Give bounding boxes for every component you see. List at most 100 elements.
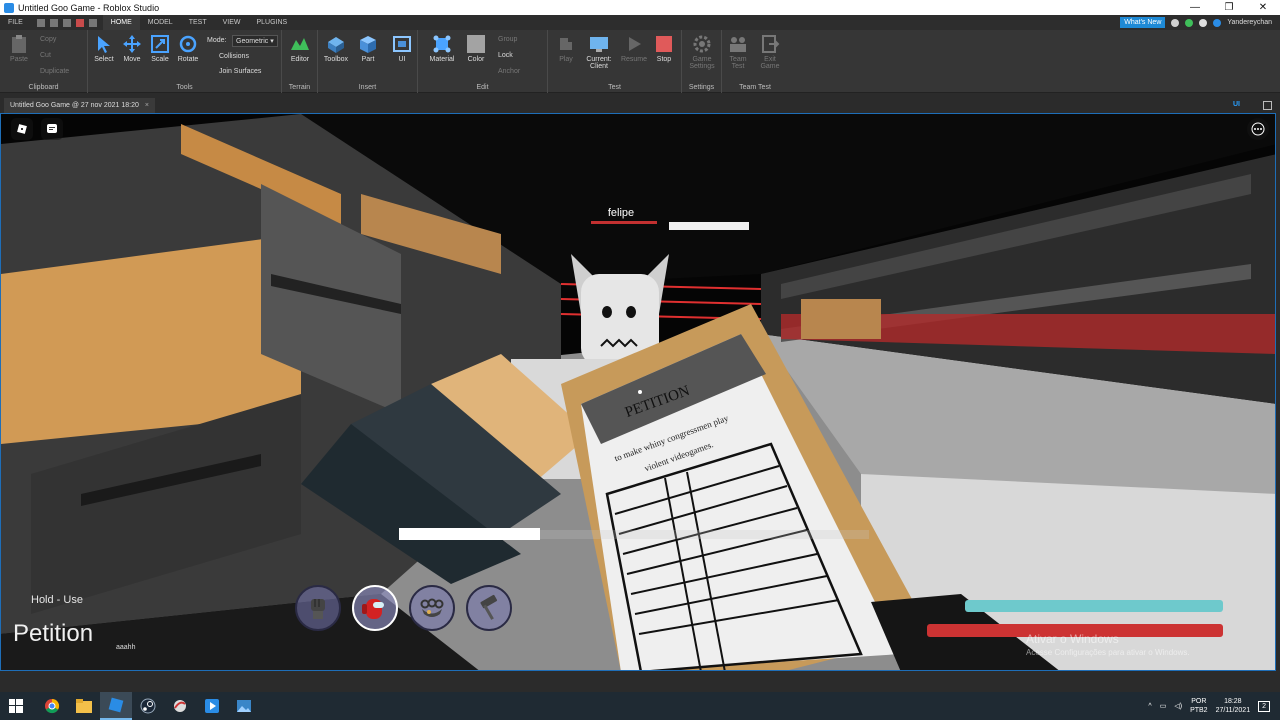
color-swatch-icon [467, 35, 485, 53]
taskbar-roblox-studio[interactable] [100, 692, 132, 720]
join-surfaces-toggle[interactable]: Join Surfaces [219, 68, 261, 75]
hotbar-slot-fist[interactable] [295, 585, 341, 631]
save-icon[interactable] [62, 18, 71, 27]
hotbar-slot-knuckles[interactable] [409, 585, 455, 631]
taskbar-photos[interactable] [228, 692, 260, 720]
play-button[interactable]: Play [552, 34, 580, 63]
restore-window-icon[interactable] [1263, 101, 1272, 110]
stop-icon[interactable] [75, 18, 84, 27]
app-icon [174, 700, 186, 712]
clock-time: 18:28 [1224, 698, 1242, 705]
group-button[interactable]: Group [498, 36, 517, 43]
use-progress-bar [399, 528, 869, 540]
ui-toggle[interactable]: UI [1233, 101, 1240, 108]
resume-button[interactable]: Resume [620, 34, 648, 63]
collisions-toggle[interactable]: Collisions [219, 53, 249, 60]
mode-dropdown[interactable]: Geometric ▾ [232, 35, 278, 47]
share-icon[interactable] [1213, 18, 1222, 27]
language-indicator[interactable]: POR PTB2 [1190, 697, 1208, 715]
tab-model[interactable]: MODEL [140, 15, 181, 30]
windows-logo-icon [9, 699, 23, 713]
taskbar-steam[interactable] [132, 692, 164, 720]
exit-game-button[interactable]: Exit Game [756, 34, 784, 70]
roblox-menu-button[interactable] [11, 118, 33, 140]
team-test-group: Team Test Exit Game Team Test [722, 30, 788, 93]
clock-date: 27/11/2021 [1215, 707, 1251, 714]
crosshair-dot [638, 390, 642, 394]
help-icon[interactable] [1171, 18, 1180, 27]
start-button[interactable] [0, 692, 32, 720]
rotate-button[interactable]: Rotate [174, 34, 202, 63]
toolbox-icon [328, 37, 344, 53]
minimize-button[interactable]: — [1178, 0, 1212, 15]
move-button[interactable]: Move [118, 34, 146, 63]
status-icon[interactable] [1185, 18, 1194, 27]
maximize-button[interactable]: ❐ [1212, 0, 1246, 15]
game-settings-button[interactable]: Game Settings [688, 34, 716, 70]
tab-test[interactable]: TEST [181, 15, 215, 30]
material-button[interactable]: Material [428, 34, 456, 63]
player-nameplate: felipe [591, 207, 657, 224]
folder-icon [76, 699, 92, 713]
duplicate-button[interactable]: Duplicate [40, 68, 69, 75]
open-file-icon[interactable] [49, 18, 58, 27]
taskbar-chrome[interactable] [36, 692, 68, 720]
tab-file[interactable]: FILE [0, 15, 31, 30]
chat-button[interactable] [41, 118, 63, 140]
notifications-icon[interactable]: 2 [1258, 700, 1270, 712]
crewmate-icon [362, 599, 384, 619]
test-group: Play Current: Client Resume Stop Test [548, 30, 682, 93]
toolbox-button[interactable]: Toolbox [322, 34, 350, 63]
team-icon [730, 37, 746, 52]
activation-text: Acesse Configurações para ativar o Windo… [1026, 648, 1190, 657]
item-title: Petition [13, 620, 94, 647]
tab-view[interactable]: VIEW [215, 15, 249, 30]
new-file-icon[interactable] [36, 18, 45, 27]
scale-icon [151, 35, 169, 53]
player-health-bar [591, 221, 657, 224]
insert-label: Insert [358, 84, 377, 91]
close-button[interactable]: ✕ [1246, 0, 1280, 15]
document-tab-bar: Untitled Goo Game @ 27 nov 2021 18:20 × U… [0, 98, 1280, 113]
clock[interactable]: 18:28 27/11/2021 [1216, 697, 1251, 715]
cut-button[interactable]: Cut [40, 52, 51, 59]
select-button[interactable]: Select [90, 34, 118, 63]
color-button[interactable]: Color [462, 34, 490, 63]
terrain-editor-button[interactable]: Editor [286, 34, 314, 63]
edit-group: Material Color Group Lock Anchor Edit [418, 30, 548, 93]
current-client-button[interactable]: Current: Client [582, 34, 616, 70]
hotbar-slot-crewmate[interactable] [352, 585, 398, 631]
paste-button[interactable]: Paste [5, 34, 33, 63]
taskbar-media-player[interactable] [196, 692, 228, 720]
mode-label: Mode: [207, 37, 227, 44]
ui-icon [393, 36, 411, 52]
whats-new-button[interactable]: What's New [1120, 17, 1166, 28]
tab-home[interactable]: HOME [102, 15, 140, 30]
document-tab[interactable]: Untitled Goo Game @ 27 nov 2021 18:20 × [4, 98, 156, 113]
use-progress-fill [399, 528, 540, 540]
more-options-button[interactable] [1247, 118, 1269, 140]
tab-plugins[interactable]: PLUGINS [248, 15, 295, 30]
network-icon[interactable]: ▭ [1160, 702, 1167, 710]
window-title: Untitled Goo Game - Roblox Studio [18, 2, 160, 13]
team-test-button[interactable]: Team Test [724, 34, 752, 70]
game-viewport[interactable]: PETITION to make whiny congressmen play … [0, 113, 1276, 671]
part-button[interactable]: Part [354, 34, 382, 63]
volume-icon[interactable]: ◁) [1174, 702, 1182, 710]
taskbar-file-explorer[interactable] [68, 692, 100, 720]
hotbar-slot-hammer[interactable] [466, 585, 512, 631]
minus-icon[interactable] [1199, 18, 1208, 27]
username[interactable]: Yandereychan [1227, 19, 1272, 26]
anchor-button[interactable]: Anchor [498, 68, 520, 75]
hold-hint: Hold - Use [31, 594, 83, 606]
lock-button[interactable]: Lock [498, 52, 513, 59]
scale-button[interactable]: Scale [146, 34, 174, 63]
stop-button[interactable]: Stop [650, 34, 678, 63]
copy-button[interactable]: Copy [40, 36, 56, 43]
ui-button[interactable]: UI [388, 34, 416, 63]
taskbar-app-5[interactable] [164, 692, 196, 720]
undo-icon[interactable] [88, 18, 97, 27]
chevron-up-icon[interactable]: ^ [1148, 703, 1151, 710]
close-tab-icon[interactable]: × [145, 102, 149, 109]
monitor-icon [590, 37, 608, 52]
